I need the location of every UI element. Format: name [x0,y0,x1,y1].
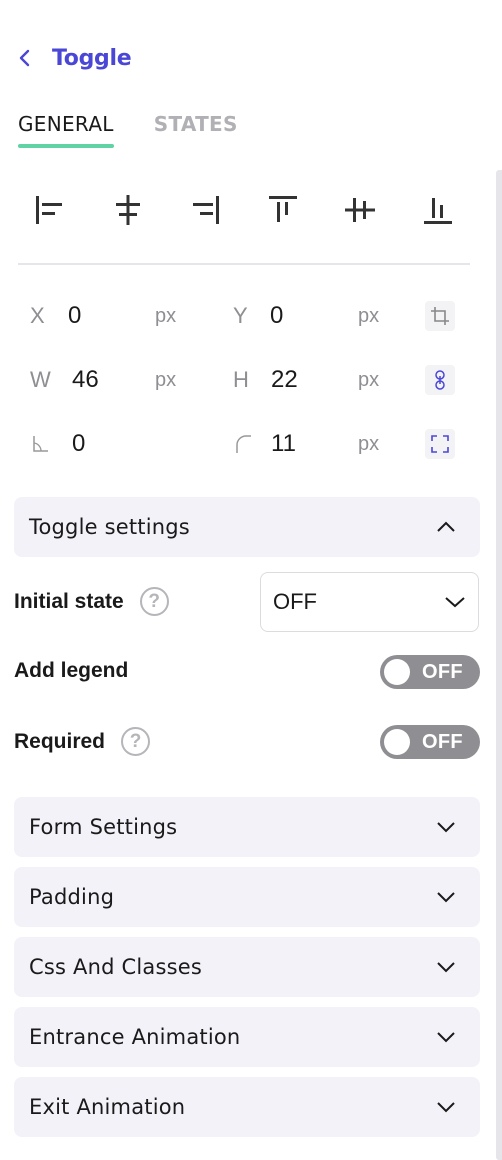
section-title: Toggle settings [29,515,190,539]
link-dimensions-button[interactable] [425,365,455,395]
h-label: H [233,367,249,392]
align-center-horizontal-icon [115,195,140,225]
size-row: W 46 px H 22 px [18,348,470,412]
align-middle-vertical-icon [345,198,376,222]
geometry-grid: X 0 px Y 0 px W 46 px H 22 px 0 11 px [18,284,470,476]
y-label: Y [233,303,248,328]
chevron-down-icon [437,822,455,833]
tab-bar: GENERAL STATES [18,112,278,148]
page-title: Toggle [52,45,132,71]
y-field[interactable]: Y 0 [233,302,283,330]
align-top-icon [268,196,297,222]
w-field[interactable]: W 46 [30,366,99,394]
rotation-angle-icon [33,436,48,452]
rotation-radius-row: 0 11 px [18,412,470,476]
y-unit: px [358,304,380,327]
link-icon [435,370,445,390]
initial-state-select[interactable]: OFF [260,572,479,632]
chevron-down-icon [445,597,465,608]
help-icon[interactable]: ? [139,587,169,616]
chevron-down-icon [437,892,455,903]
chevron-left-icon [19,49,30,67]
chevron-up-icon [437,521,455,532]
align-bottom-icon [423,198,452,224]
chevron-down-icon [437,1032,455,1043]
radius-field[interactable]: 11 [233,430,296,458]
independent-corners-button[interactable] [425,429,455,459]
toggle-settings-header[interactable]: Toggle settings [14,497,480,557]
x-unit: px [155,304,177,327]
expand-corners-icon [431,435,449,453]
y-value[interactable]: 0 [270,302,283,330]
align-center-horizontal-button[interactable] [110,188,146,232]
required-toggle[interactable]: OFF [380,725,480,759]
tab-states[interactable]: STATES [154,112,238,148]
required-label: Required [14,729,106,753]
h-field[interactable]: H 22 [233,366,298,394]
radius-unit: px [358,432,380,455]
exit-animation-section[interactable]: Exit Animation [14,1077,480,1137]
toggle-knob [384,659,410,685]
initial-state-row: Initial state ? [14,587,169,616]
initial-state-label: Initial state [14,589,124,613]
toggle-knob [384,729,410,755]
divider [18,263,470,265]
align-middle-vertical-button[interactable] [342,188,378,232]
rotation-field[interactable]: 0 [30,430,85,458]
section-title: Exit Animation [29,1095,186,1119]
x-value[interactable]: 0 [68,302,81,330]
toggle-state-text: OFF [422,660,463,683]
section-title: Form Settings [29,815,178,839]
w-unit: px [155,368,177,391]
position-row: X 0 px Y 0 px [18,284,470,348]
radius-value[interactable]: 11 [271,430,296,458]
add-legend-label: Add legend [14,659,129,682]
w-value[interactable]: 46 [72,366,99,394]
align-top-button[interactable] [265,188,301,232]
toggle-state-text: OFF [422,730,463,753]
corner-radius-icon [236,435,251,453]
add-legend-row: Add legend [14,659,128,683]
h-unit: px [358,368,380,391]
entrance-animation-section[interactable]: Entrance Animation [14,1007,480,1067]
scrollbar[interactable] [496,170,502,1160]
crop-icon [431,307,449,325]
align-bottom-button[interactable] [420,188,456,232]
rotation-value[interactable]: 0 [72,430,85,458]
x-label: X [30,303,45,328]
css-classes-section[interactable]: Css And Classes [14,937,480,997]
padding-section[interactable]: Padding [14,867,480,927]
w-label: W [30,367,51,392]
required-row: Required ? [14,727,151,756]
chevron-down-icon [437,962,455,973]
initial-state-value: OFF [273,589,317,614]
x-field[interactable]: X 0 [30,302,81,330]
chevron-down-icon [437,1102,455,1113]
section-title: Padding [29,885,115,909]
crop-button[interactable] [425,301,455,331]
help-icon[interactable]: ? [121,727,151,756]
h-value[interactable]: 22 [271,366,298,394]
align-left-button[interactable] [32,188,68,232]
align-left-icon [36,196,62,224]
align-right-button[interactable] [187,188,223,232]
back-button[interactable] [18,40,38,76]
add-legend-toggle[interactable]: OFF [380,655,480,689]
form-settings-section[interactable]: Form Settings [14,797,480,857]
align-right-icon [193,196,220,224]
tab-general[interactable]: GENERAL [18,112,114,148]
section-title: Entrance Animation [29,1025,241,1049]
panel-header: Toggle [18,40,132,76]
section-title: Css And Classes [29,955,203,979]
alignment-toolbar [18,188,470,232]
